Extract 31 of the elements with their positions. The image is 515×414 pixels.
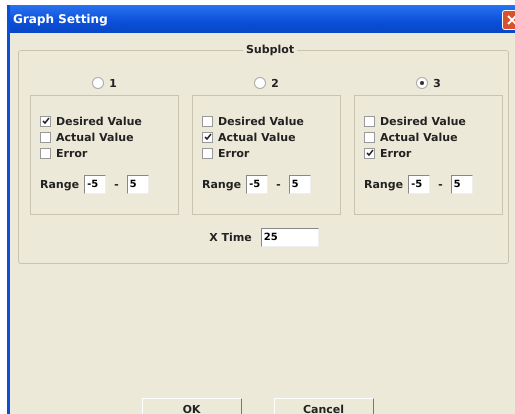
subplot-radio[interactable]: 3 [416,75,441,91]
range-max-field[interactable]: 5 [126,175,149,194]
range-max-field[interactable]: 5 [450,175,473,194]
checkbox-option[interactable]: Desired Value [202,113,340,129]
group-title: Subplot [243,43,298,56]
checkbox-option[interactable]: Error [202,145,340,161]
close-icon [507,15,515,25]
checkbox-option[interactable]: Actual Value [364,129,502,145]
checkbox-option[interactable]: Desired Value [40,113,178,129]
subplot-radio[interactable]: 1 [92,75,117,91]
window-title: Graph Setting [13,12,108,26]
checkbox-option[interactable]: Desired Value [364,113,502,129]
range-label: Range [202,178,242,191]
x-time-field[interactable]: 25 [260,228,319,247]
dialog-button[interactable]: OK [142,398,242,414]
range-min-field[interactable]: -5 [246,175,268,194]
x-time-label: X Time [209,231,252,244]
range-label: Range [40,178,80,191]
range-label: Range [364,178,404,191]
checkbox-option[interactable]: Error [40,145,178,161]
range-min-field[interactable]: -5 [84,175,106,194]
range-max-field[interactable]: 5 [288,175,311,194]
subplot-radio[interactable]: 2 [254,75,279,91]
range-min-field[interactable]: -5 [408,175,430,194]
dialog-button[interactable]: Cancel [274,398,374,414]
range-separator: - [114,178,119,191]
checkbox-option[interactable]: Actual Value [202,129,340,145]
checkbox-option[interactable]: Actual Value [40,129,178,145]
checkbox-option[interactable]: Error [364,145,502,161]
range-separator: - [276,178,281,191]
range-separator: - [438,178,443,191]
